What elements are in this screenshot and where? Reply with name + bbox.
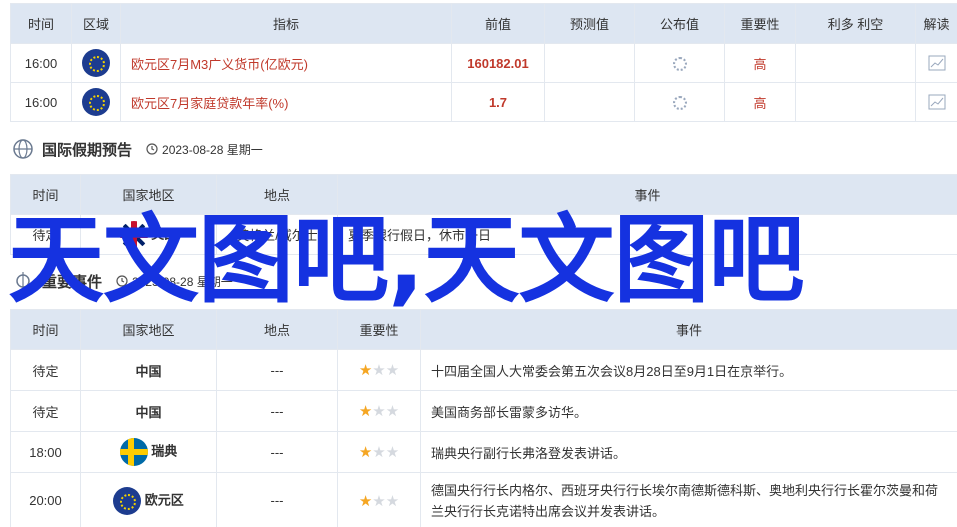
- row-stars: ★★★: [337, 390, 421, 432]
- row-importance: 高: [724, 43, 796, 83]
- row-country: 中国: [80, 390, 217, 432]
- watermark-text: 天文图吧,天文图吧: [8, 204, 804, 316]
- country-name: 瑞典: [151, 443, 178, 459]
- star-empty-icon: ★: [385, 362, 400, 379]
- globe-icon: [13, 139, 33, 159]
- chart-icon[interactable]: [928, 55, 946, 71]
- row-actual: [634, 82, 725, 122]
- row-country: 中国: [80, 349, 217, 391]
- row-indicator-link[interactable]: 欧元区7月M3广义货币(亿欧元): [120, 43, 452, 83]
- eu-flag-icon: [113, 486, 142, 515]
- row-time: 16:00: [10, 43, 72, 83]
- row-stars: ★★★: [337, 431, 421, 473]
- country-name: 欧元区: [144, 491, 184, 507]
- loading-spinner-icon: [672, 56, 687, 71]
- star-filled-icon: ★: [358, 444, 373, 461]
- row-region: [71, 82, 121, 122]
- clock-icon: [146, 143, 158, 155]
- star-empty-icon: ★: [372, 492, 386, 510]
- row-event: 德国央行行长内格尔、西班牙央行行长埃尔南德斯德科斯、奥地利央行行长霍尔茨曼和荷兰…: [420, 472, 957, 527]
- row-location: ---: [216, 431, 338, 473]
- row-importance: 高: [724, 82, 796, 122]
- star-empty-icon: ★: [385, 403, 400, 420]
- row-actual: [634, 43, 725, 83]
- events-table: 时间 国家地区 地点 重要性 事件 待定 中国 --- ★★★ 十四届全国人大常…: [10, 309, 957, 527]
- row-time: 16:00: [10, 82, 72, 122]
- row-location: ---: [216, 390, 338, 432]
- table-row[interactable]: 16:00 欧元区7月家庭贷款年率(%) 1.7 高: [10, 82, 957, 122]
- loading-spinner-icon: [672, 95, 687, 110]
- holiday-section-header: 国际假期预告 2023-08-28 星期一: [12, 138, 263, 160]
- row-region: [71, 43, 121, 83]
- row-stars: ★★★: [337, 349, 421, 391]
- row-indicator-link[interactable]: 欧元区7月家庭贷款年率(%): [120, 82, 452, 122]
- star-empty-icon: ★: [372, 444, 386, 461]
- row-country: 瑞典: [80, 431, 217, 473]
- row-time: 18:00: [10, 431, 81, 473]
- star-empty-icon: ★: [372, 403, 386, 420]
- row-time: 待定: [10, 349, 81, 391]
- row-previous: 160182.01: [451, 43, 545, 83]
- star-empty-icon: ★: [385, 492, 400, 510]
- row-analysis[interactable]: [915, 43, 957, 83]
- table-header-row: 时间 区域 指标 前值 预测值 公布值 重要性 利多 利空 解读: [10, 3, 957, 44]
- row-event: 瑞典央行副行长弗洛登发表讲话。: [420, 431, 957, 473]
- row-forecast: [544, 43, 635, 83]
- row-location: ---: [216, 349, 338, 391]
- star-filled-icon: ★: [358, 362, 373, 379]
- economic-calendar-table: 时间 区域 指标 前值 预测值 公布值 重要性 利多 利空 解读 16:00 欧…: [10, 3, 957, 122]
- table-row[interactable]: 待定 中国 --- ★★★ 十四届全国人大常委会第五次会议8月28日至9月1日在…: [10, 349, 957, 391]
- row-time: 20:00: [10, 472, 81, 527]
- eu-flag-icon: [82, 49, 110, 77]
- row-bull-bear: [795, 43, 916, 83]
- star-filled-icon: ★: [358, 403, 373, 420]
- col-header-time: 时间: [10, 3, 72, 44]
- col-header-previous: 前值: [451, 3, 545, 44]
- col-header-actual: 公布值: [634, 3, 725, 44]
- table-row[interactable]: 20:00 欧元区 --- ★★★ 德国央行行长内格尔、西班牙央行行长埃尔南德斯…: [10, 472, 957, 527]
- row-stars: ★★★: [337, 472, 421, 527]
- star-filled-icon: ★: [358, 492, 373, 510]
- row-event: 美国商务部长雷蒙多访华。: [420, 390, 957, 432]
- col-header-indicator: 指标: [120, 3, 452, 44]
- row-event: 十四届全国人大常委会第五次会议8月28日至9月1日在京举行。: [420, 349, 957, 391]
- eu-flag-icon: [82, 88, 110, 116]
- table-row[interactable]: 16:00 欧元区7月M3广义货币(亿欧元) 160182.01 高: [10, 43, 957, 83]
- col-header-region: 区域: [71, 3, 121, 44]
- sweden-flag-icon: [119, 438, 148, 466]
- row-location: ---: [216, 472, 338, 527]
- row-analysis[interactable]: [915, 82, 957, 122]
- table-row[interactable]: 待定 中国 --- ★★★ 美国商务部长雷蒙多访华。: [10, 390, 957, 432]
- row-bull-bear: [795, 82, 916, 122]
- section-date: 2023-08-28 星期一: [146, 141, 263, 158]
- col-header-bull-bear: 利多 利空: [795, 3, 916, 44]
- row-forecast: [544, 82, 635, 122]
- chart-icon[interactable]: [928, 94, 946, 110]
- col-header-importance: 重要性: [724, 3, 796, 44]
- row-previous: 1.7: [451, 82, 545, 122]
- row-time: 待定: [10, 390, 81, 432]
- section-title: 国际假期预告: [42, 141, 133, 159]
- col-header-forecast: 预测值: [544, 3, 635, 44]
- date-text: 2023-08-28 星期一: [162, 142, 263, 157]
- col-header-analysis: 解读: [915, 3, 957, 44]
- star-empty-icon: ★: [372, 362, 386, 379]
- star-empty-icon: ★: [385, 444, 400, 461]
- table-row[interactable]: 18:00 瑞典 --- ★★★ 瑞典央行副行长弗洛登发表讲话。: [10, 431, 957, 473]
- row-country: 欧元区: [80, 472, 217, 527]
